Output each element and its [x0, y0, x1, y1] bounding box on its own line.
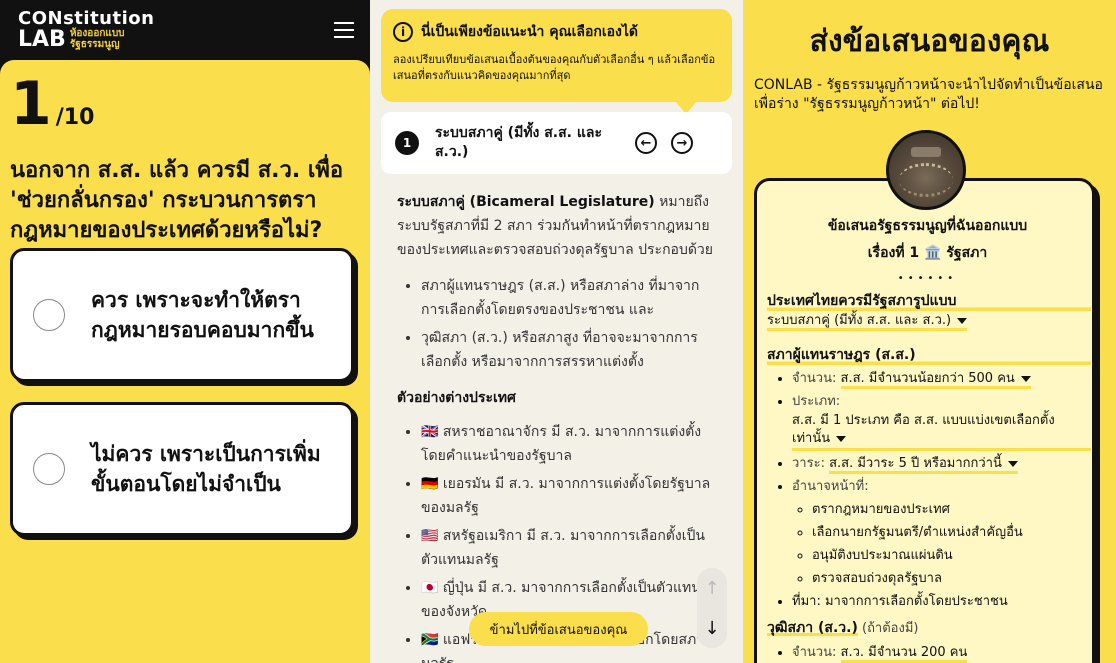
logo-lab: LAB — [18, 26, 66, 52]
scroll-down-icon[interactable]: ↓ — [697, 613, 727, 643]
logo-title: CONstitution — [18, 7, 155, 29]
card-subheading: เรื่องที่ 1 🏛️ รัฐสภา — [867, 245, 988, 261]
progress-dots: •••••• — [897, 273, 958, 284]
mp-duty-list: ตรากฎหมายของประเทศ เลือกนายกรัฐมนตรี/ตำแ… — [792, 500, 1091, 589]
mp-term-label: วาระ: — [792, 456, 830, 471]
examples-heading: ตัวอย่างต่างประเทศ — [397, 390, 516, 406]
radio-button[interactable] — [33, 453, 65, 485]
question-current-number: 1 — [10, 69, 52, 139]
scroll-control: ↑ ↓ — [697, 568, 727, 648]
parliament-chamber-avatar — [886, 130, 966, 210]
senate-count-label: จำนวน: — [792, 645, 841, 660]
list-item: สภาผู้แทนราษฎร (ส.ส.) หรือสภาล่าง ที่มาจ… — [421, 274, 717, 322]
mp-count-label: จำนวน: — [792, 371, 841, 386]
answer-label: ไม่ควร เพราะเป็นการเพิ่มขั้นตอนโดยไม่จำเ… — [91, 442, 321, 496]
conlab-logo[interactable]: CONstitution LAB ห้องออกแบบ รัฐธรรมนูญ — [18, 7, 155, 52]
proposal-intro: CONLAB - รัฐธรรมนูญก้าวหน้าจะนำไปจัดทำเป… — [754, 77, 1103, 112]
mp-type-select[interactable]: ส.ส. มี 1 ประเภท คือ ส.ส. แบบแบ่งเขตเลือ… — [792, 412, 1091, 451]
hamburger-menu-icon[interactable] — [334, 22, 354, 38]
question-text: นอกจาก ส.ส. แล้ว ควรมี ส.ว. เพื่อ 'ช่วยก… — [10, 158, 344, 243]
list-item: 🇺🇸 สหรัฐอเมริกา มี ส.ว. มาจากการเลือกตั้… — [421, 524, 717, 572]
dropdown-caret-icon — [957, 317, 968, 324]
proposal-title: ส่งข้อเสนอของคุณ — [809, 24, 1050, 59]
dropdown-caret-icon — [1020, 375, 1031, 382]
senate-count-value: ส.ว. มีจำนวน 200 คน — [840, 645, 968, 660]
proposal-details: ประเทศไทยควรมีรัฐสภารูปแบบ ระบบสภาคู่ (ม… — [767, 291, 1091, 663]
list-item: จำนวน: ส.ส. มีจำนวนน้อยกว่า 500 คน — [792, 369, 1091, 389]
answer-label: ควร เพราะจะทำให้ตรากฎหมายรอบคอบมากขึ้น — [91, 288, 314, 342]
proposal-column: ส่งข้อเสนอของคุณ CONLAB - รัฐธรรมนูญก้าว… — [743, 0, 1116, 663]
mp-attributes: จำนวน: ส.ส. มีจำนวนน้อยกว่า 500 คน ประเภ… — [767, 369, 1091, 612]
list-item: ที่มา: มาจากการเลือกตั้งโดยประชาชน — [792, 592, 1091, 612]
list-item: อำนาจหน้าที่: ตรากฎหมายของประเทศ เลือกนา… — [792, 477, 1091, 589]
parliament-type-select[interactable]: ระบบสภาคู่ (มีทั้ง ส.ส. และ ส.ว.) — [767, 313, 968, 331]
list-item: 🇩🇪 เยอรมัน มี ส.ว. มาจากการแต่งตั้งโดยรั… — [421, 472, 717, 520]
chamber-list: สภาผู้แทนราษฎร (ส.ส.) หรือสภาล่าง ที่มาจ… — [397, 274, 717, 374]
scroll-up-icon[interactable]: ↑ — [697, 573, 727, 603]
question-total: /10 — [55, 105, 95, 130]
card-heading: ข้อเสนอรัฐธรรมนูญที่ฉันออกแบบ — [827, 218, 1028, 234]
mp-type-value: ส.ส. มี 1 ประเภท คือ ส.ส. แบบแบ่งเขตเลือ… — [792, 413, 1055, 446]
card-heading-block: ข้อเสนอรัฐธรรมนูญที่ฉันออกแบบ เรื่องที่ … — [757, 213, 1098, 267]
list-item: วาระ: ส.ส. มีวาระ 5 ปี หรือมากกว่านี้ — [792, 454, 1091, 474]
proposal-card: ข้อเสนอรัฐธรรมนูญที่ฉันออกแบบ เรื่องที่ … — [754, 178, 1095, 663]
answer-option-yes[interactable]: ควร เพราะจะทำให้ตรากฎหมายรอบคอบมากขึ้น — [10, 248, 354, 382]
topic-title: ระบบสภาคู่ (มีทั้ง ส.ส. และ ส.ว.) — [435, 125, 602, 160]
list-item: 🇬🇧 สหราชอาณาจักร มี ส.ว. มาจากการแต่งตั้… — [421, 420, 717, 468]
dropdown-caret-icon — [836, 435, 847, 442]
list-item: เลือกนายกรัฐมนตรี/ตำแหน่งสำคัญอื่น — [812, 523, 1091, 543]
question-column: CONstitution LAB ห้องออกแบบ รัฐธรรมนูญ 1… — [0, 0, 370, 663]
senate-count-select[interactable]: ส.ว. มีจำนวน 200 คน — [840, 645, 968, 663]
mp-heading: สภาผู้แทนราษฎร (ส.ส.) — [767, 345, 1091, 365]
info-description: ลองเปรียบเทียบข้อเสนอเบื้องต้นของคุณกับต… — [393, 53, 716, 82]
previous-arrow-icon[interactable]: ← — [635, 132, 657, 154]
senate-attributes: จำนวน: ส.ว. มีจำนวน 200 คน — [767, 643, 1091, 663]
senate-heading: วุฒิสภา (ส.ว.) — [767, 620, 858, 636]
list-item: ตรากฎหมายของประเทศ — [812, 500, 1091, 520]
next-arrow-icon[interactable]: → — [671, 132, 693, 154]
skip-to-proposal-button[interactable]: ข้ามไปที่ข้อเสนอของคุณ — [469, 612, 648, 646]
senate-optional-note: (ถ้าต้องมี) — [857, 621, 919, 636]
topic-number-badge: 1 — [395, 131, 419, 155]
intro-paragraph: ระบบสภาคู่ (Bicameral Legislature) หมายถ… — [397, 190, 717, 262]
dropdown-caret-icon — [1007, 460, 1018, 467]
list-item: ประเภท: ส.ส. มี 1 ประเภท คือ ส.ส. แบบแบ่… — [792, 392, 1091, 451]
parliament-type-label: ประเทศไทยควรมีรัฐสภารูปแบบ — [767, 291, 1091, 311]
parliament-type-value: ระบบสภาคู่ (มีทั้ง ส.ส. และ ส.ว.) — [767, 313, 952, 328]
list-item: จำนวน: ส.ว. มีจำนวน 200 คน — [792, 643, 1091, 663]
intro-term: ระบบสภาคู่ (Bicameral Legislature) — [397, 194, 655, 210]
info-icon: i — [393, 22, 413, 42]
topic-content: ระบบสภาคู่ (Bicameral Legislature) หมายถ… — [397, 190, 717, 663]
list-item: อนุมัติงบประมาณแผ่นดิน — [812, 546, 1091, 566]
mp-duty-label: อำนาจหน้าที่: — [792, 479, 869, 494]
mp-count-value: ส.ส. มีจำนวนน้อยกว่า 500 คน — [840, 371, 1015, 386]
mp-term-value: ส.ส. มีวาระ 5 ปี หรือมากกว่านี้ — [829, 456, 1002, 471]
mp-count-select[interactable]: ส.ส. มีจำนวนน้อยกว่า 500 คน — [840, 371, 1031, 389]
logo-subtitle-1: ห้องออกแบบ — [69, 28, 125, 39]
logo-subtitle-2: รัฐธรรมนูญ — [69, 38, 120, 50]
list-item: ตรวจสอบถ่วงดุลรัฐบาล — [812, 569, 1091, 589]
answer-option-no[interactable]: ไม่ควร เพราะเป็นการเพิ่มขั้นตอนโดยไม่จำเ… — [10, 402, 354, 536]
topic-header: 1 ระบบสภาคู่ (มีทั้ง ส.ส. และ ส.ว.) ← → — [381, 112, 732, 174]
top-bar: CONstitution LAB ห้องออกแบบ รัฐธรรมนูญ — [0, 0, 370, 60]
info-title: นี่เป็นเพียงข้อแนะนำ คุณเลือกเองได้ — [421, 24, 639, 40]
radio-button[interactable] — [33, 299, 65, 331]
senate-heading-row: วุฒิสภา (ส.ว.) (ถ้าต้องมี) — [767, 618, 1091, 639]
info-tooltip: i นี่เป็นเพียงข้อแนะนำ คุณเลือกเองได้ ลอ… — [381, 9, 732, 114]
mp-term-select[interactable]: ส.ส. มีวาระ 5 ปี หรือมากกว่านี้ — [829, 456, 1018, 474]
list-item: วุฒิสภา (ส.ว.) หรือสภาสูง ที่อาจจะมาจากก… — [421, 326, 717, 374]
explanation-column: i นี่เป็นเพียงข้อแนะนำ คุณเลือกเองได้ ลอ… — [370, 0, 743, 663]
mp-type-label: ประเภท: — [792, 394, 841, 409]
question-counter: 1 /10 — [10, 74, 360, 134]
